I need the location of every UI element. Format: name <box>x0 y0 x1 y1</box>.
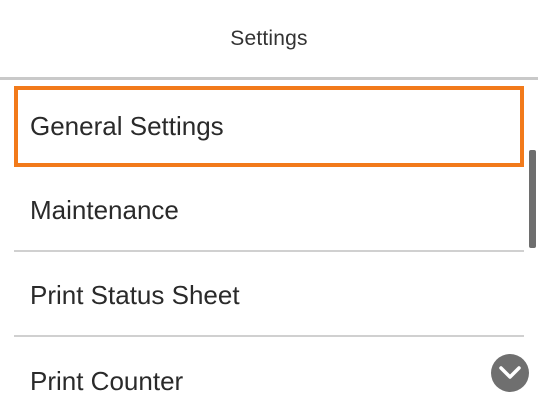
header-bar: Settings <box>0 0 538 80</box>
chevron-down-icon <box>499 366 521 379</box>
menu-item-print-counter[interactable]: Print Counter <box>14 341 524 403</box>
scrollbar-thumb[interactable] <box>529 150 536 248</box>
scrollbar[interactable] <box>529 150 536 340</box>
settings-screen: Settings General Settings Maintenance Pr… <box>0 0 538 403</box>
settings-menu-list: General Settings Maintenance Print Statu… <box>0 82 538 403</box>
menu-item-label: Print Status Sheet <box>30 280 240 310</box>
menu-item-general-settings[interactable]: General Settings <box>14 86 524 167</box>
menu-item-label: Maintenance <box>30 195 179 225</box>
menu-item-label: General Settings <box>30 111 224 141</box>
page-title: Settings <box>230 26 308 50</box>
menu-item-label: Print Counter <box>30 366 184 396</box>
scroll-down-button[interactable] <box>491 354 529 392</box>
menu-item-print-status-sheet[interactable]: Print Status Sheet <box>14 256 524 337</box>
menu-item-maintenance[interactable]: Maintenance <box>14 171 524 252</box>
